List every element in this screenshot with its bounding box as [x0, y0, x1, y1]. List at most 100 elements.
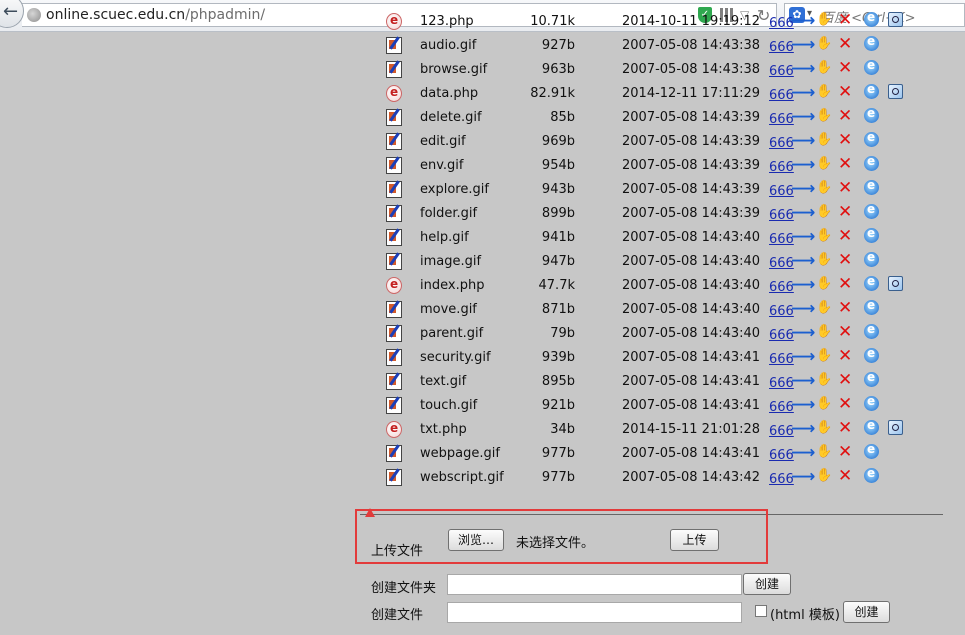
move-arrow-icon[interactable]: ⟶ — [791, 323, 815, 343]
view-browser-icon[interactable] — [864, 178, 879, 195]
touch-hand-icon[interactable]: ✋ — [816, 444, 832, 459]
move-arrow-icon[interactable]: ⟶ — [791, 443, 815, 463]
view-browser-icon[interactable] — [864, 10, 879, 27]
view-browser-icon[interactable] — [864, 82, 879, 99]
delete-x-icon[interactable]: ✕ — [838, 418, 852, 438]
view-browser-icon[interactable] — [864, 58, 879, 75]
create-file-button[interactable]: 创建 — [843, 601, 890, 623]
delete-x-icon[interactable]: ✕ — [838, 370, 852, 390]
move-arrow-icon[interactable]: ⟶ — [791, 395, 815, 415]
move-arrow-icon[interactable]: ⟶ — [791, 347, 815, 367]
delete-x-icon[interactable]: ✕ — [838, 106, 852, 126]
edit-magnify-icon[interactable] — [888, 12, 903, 27]
touch-hand-icon[interactable]: ✋ — [816, 132, 832, 147]
touch-hand-icon[interactable]: ✋ — [816, 180, 832, 195]
view-browser-icon[interactable] — [864, 274, 879, 291]
create-file-input[interactable] — [447, 602, 742, 623]
move-arrow-icon[interactable]: ⟶ — [791, 131, 815, 151]
delete-x-icon[interactable]: ✕ — [838, 202, 852, 222]
touch-hand-icon[interactable]: ✋ — [816, 348, 832, 363]
delete-x-icon[interactable]: ✕ — [838, 346, 852, 366]
move-arrow-icon[interactable]: ⟶ — [791, 179, 815, 199]
view-browser-icon[interactable] — [864, 298, 879, 315]
gif-file-icon — [386, 181, 402, 198]
delete-x-icon[interactable]: ✕ — [838, 34, 852, 54]
browse-button[interactable]: 浏览… — [448, 529, 505, 551]
move-arrow-icon[interactable]: ⟶ — [791, 227, 815, 247]
gif-file-icon — [386, 325, 402, 342]
php-file-icon — [386, 85, 402, 102]
delete-x-icon[interactable]: ✕ — [838, 58, 852, 78]
view-browser-icon[interactable] — [864, 322, 879, 339]
touch-hand-icon[interactable]: ✋ — [816, 228, 832, 243]
file-date: 2007-05-08 14:43:39 — [622, 158, 761, 173]
touch-hand-icon[interactable]: ✋ — [816, 12, 832, 27]
move-arrow-icon[interactable]: ⟶ — [791, 275, 815, 295]
view-browser-icon[interactable] — [864, 346, 879, 363]
touch-hand-icon[interactable]: ✋ — [816, 252, 832, 267]
view-browser-icon[interactable] — [864, 370, 879, 387]
delete-x-icon[interactable]: ✕ — [838, 322, 852, 342]
delete-x-icon[interactable]: ✕ — [838, 394, 852, 414]
delete-x-icon[interactable]: ✕ — [838, 154, 852, 174]
view-browser-icon[interactable] — [864, 466, 879, 483]
touch-hand-icon[interactable]: ✋ — [816, 84, 832, 99]
view-browser-icon[interactable] — [864, 394, 879, 411]
upload-button[interactable]: 上传 — [670, 529, 719, 551]
delete-x-icon[interactable]: ✕ — [838, 130, 852, 150]
touch-hand-icon[interactable]: ✋ — [816, 420, 832, 435]
move-arrow-icon[interactable]: ⟶ — [791, 35, 815, 55]
view-browser-icon[interactable] — [864, 250, 879, 267]
delete-x-icon[interactable]: ✕ — [838, 82, 852, 102]
move-arrow-icon[interactable]: ⟶ — [791, 203, 815, 223]
view-browser-icon[interactable] — [864, 202, 879, 219]
view-browser-icon[interactable] — [864, 418, 879, 435]
move-arrow-icon[interactable]: ⟶ — [791, 83, 815, 103]
view-browser-icon[interactable] — [864, 130, 879, 147]
view-browser-icon[interactable] — [864, 34, 879, 51]
create-folder-input[interactable] — [447, 574, 742, 595]
touch-hand-icon[interactable]: ✋ — [816, 396, 832, 411]
touch-hand-icon[interactable]: ✋ — [816, 300, 832, 315]
php-file-icon — [386, 421, 402, 438]
delete-x-icon[interactable]: ✕ — [838, 442, 852, 462]
touch-hand-icon[interactable]: ✋ — [816, 156, 832, 171]
html-template-checkbox[interactable] — [755, 605, 767, 617]
edit-magnify-icon[interactable] — [888, 276, 903, 291]
move-arrow-icon[interactable]: ⟶ — [791, 251, 815, 271]
view-browser-icon[interactable] — [864, 226, 879, 243]
create-folder-button[interactable]: 创建 — [743, 573, 791, 595]
touch-hand-icon[interactable]: ✋ — [816, 108, 832, 123]
delete-x-icon[interactable]: ✕ — [838, 250, 852, 270]
view-browser-icon[interactable] — [864, 154, 879, 171]
no-file-selected-text: 未选择文件。 — [516, 536, 595, 551]
move-arrow-icon[interactable]: ⟶ — [791, 419, 815, 439]
touch-hand-icon[interactable]: ✋ — [816, 276, 832, 291]
delete-x-icon[interactable]: ✕ — [838, 298, 852, 318]
file-date: 2007-05-08 14:43:40 — [622, 326, 761, 341]
touch-hand-icon[interactable]: ✋ — [816, 204, 832, 219]
view-browser-icon[interactable] — [864, 106, 879, 123]
view-browser-icon[interactable] — [864, 442, 879, 459]
move-arrow-icon[interactable]: ⟶ — [791, 155, 815, 175]
delete-x-icon[interactable]: ✕ — [838, 274, 852, 294]
edit-magnify-icon[interactable] — [888, 420, 903, 435]
touch-hand-icon[interactable]: ✋ — [816, 60, 832, 75]
move-arrow-icon[interactable]: ⟶ — [791, 371, 815, 391]
touch-hand-icon[interactable]: ✋ — [816, 36, 832, 51]
url-text[interactable]: online.scuec.edu.cn/phpadmin/ — [46, 7, 265, 23]
delete-x-icon[interactable]: ✕ — [838, 466, 852, 486]
delete-x-icon[interactable]: ✕ — [838, 178, 852, 198]
touch-hand-icon[interactable]: ✋ — [816, 324, 832, 339]
move-arrow-icon[interactable]: ⟶ — [791, 467, 815, 487]
move-arrow-icon[interactable]: ⟶ — [791, 107, 815, 127]
delete-x-icon[interactable]: ✕ — [838, 10, 852, 30]
move-arrow-icon[interactable]: ⟶ — [791, 59, 815, 79]
back-button[interactable]: ← — [0, 0, 24, 28]
move-arrow-icon[interactable]: ⟶ — [791, 11, 815, 31]
delete-x-icon[interactable]: ✕ — [838, 226, 852, 246]
touch-hand-icon[interactable]: ✋ — [816, 468, 832, 483]
touch-hand-icon[interactable]: ✋ — [816, 372, 832, 387]
edit-magnify-icon[interactable] — [888, 84, 903, 99]
move-arrow-icon[interactable]: ⟶ — [791, 299, 815, 319]
